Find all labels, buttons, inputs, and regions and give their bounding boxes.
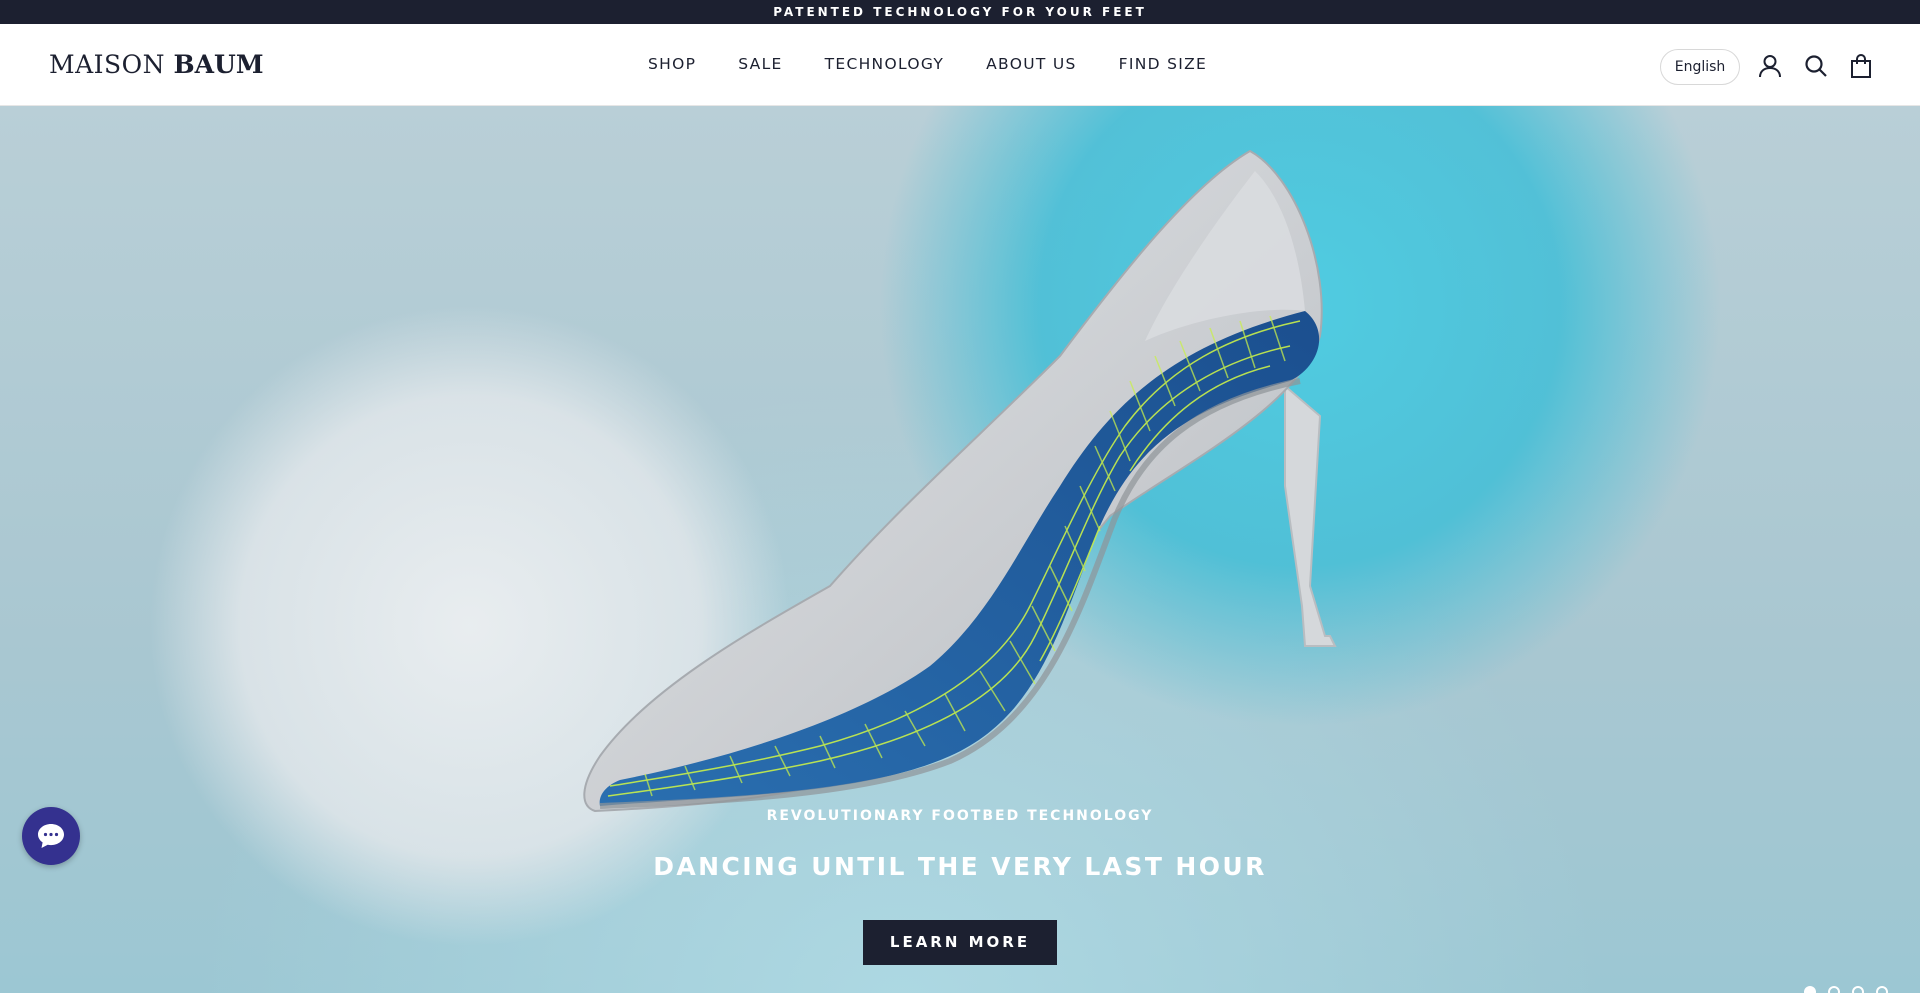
nav-sale[interactable]: SALE xyxy=(738,53,782,75)
slideshow-dots xyxy=(1804,986,1888,993)
nav-shop[interactable]: SHOP xyxy=(648,53,696,75)
announcement-bar: PATENTED TECHNOLOGY FOR YOUR FEET xyxy=(0,0,1920,24)
nav-about-us[interactable]: ABOUT US xyxy=(986,53,1077,75)
logo[interactable]: MAISON BAUM xyxy=(49,48,264,82)
main-nav: SHOP SALE TECHNOLOGY ABOUT US FIND SIZE xyxy=(648,53,1249,75)
slide-dot-2[interactable] xyxy=(1828,986,1840,993)
hero-slideshow: REVOLUTIONARY FOOTBED TECHNOLOGY DANCING… xyxy=(0,106,1920,993)
chat-bubble-icon xyxy=(38,824,64,848)
chat-launcher-button[interactable] xyxy=(22,807,80,865)
account-icon[interactable] xyxy=(1757,53,1783,79)
slide-dot-4[interactable] xyxy=(1876,986,1888,993)
slide-dot-3[interactable] xyxy=(1852,986,1864,993)
site-header: MAISON BAUM SHOP SALE TECHNOLOGY ABOUT U… xyxy=(0,24,1920,106)
cart-icon[interactable] xyxy=(1848,53,1874,79)
language-selector[interactable]: English xyxy=(1660,49,1740,85)
announcement-text: PATENTED TECHNOLOGY FOR YOUR FEET xyxy=(773,5,1147,19)
hero-headline: DANCING UNTIL THE VERY LAST HOUR xyxy=(653,852,1267,881)
logo-regular: MAISON xyxy=(49,50,174,79)
slide-dot-1[interactable] xyxy=(1804,986,1816,993)
logo-bold: BAUM xyxy=(173,50,264,79)
nav-technology[interactable]: TECHNOLOGY xyxy=(825,53,945,75)
search-icon[interactable] xyxy=(1803,53,1829,79)
learn-more-button[interactable]: LEARN MORE xyxy=(863,920,1057,965)
nav-find-size[interactable]: FIND SIZE xyxy=(1119,53,1207,75)
hero-eyebrow: REVOLUTIONARY FOOTBED TECHNOLOGY xyxy=(766,808,1154,824)
